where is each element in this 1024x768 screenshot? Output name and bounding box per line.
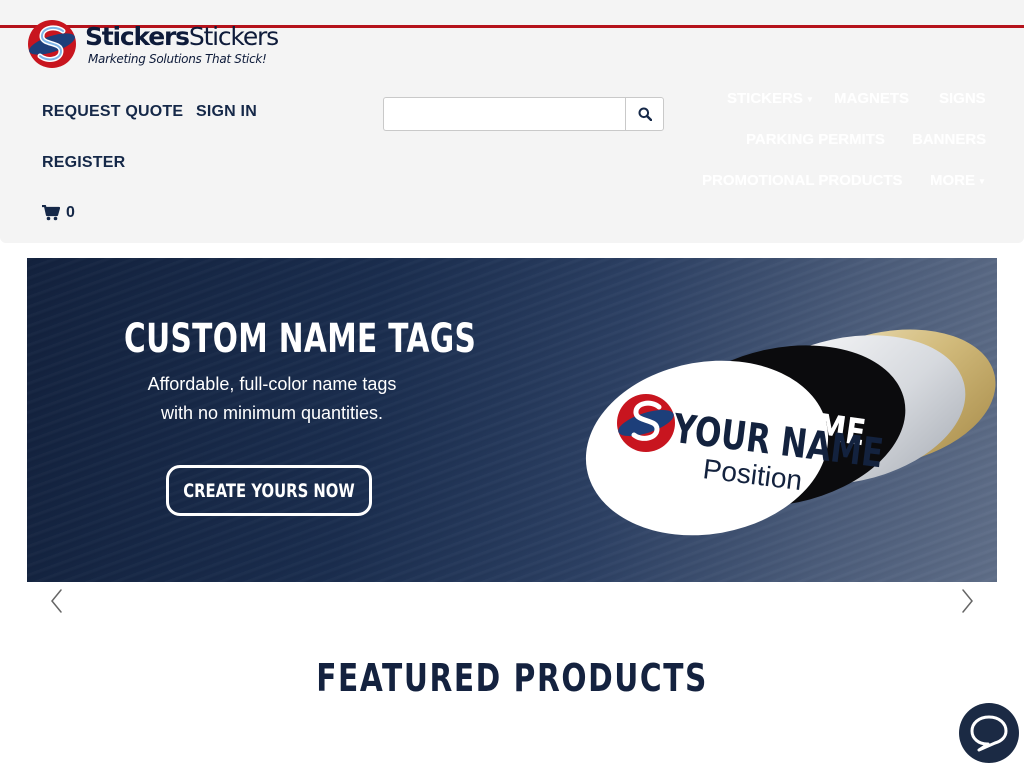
hero-subtitle-line: Affordable, full-color name tags xyxy=(147,374,397,394)
register-link[interactable]: REGISTER xyxy=(42,154,125,172)
create-yours-now-button[interactable]: CREATE YOURS NOW xyxy=(166,465,372,516)
nav-more[interactable]: MORE ▼ xyxy=(930,172,986,189)
search-icon xyxy=(638,107,652,121)
hero-title: CUSTOM NAME TAGS xyxy=(124,316,477,362)
site-logo[interactable]: StickersStickers Marketing Solutions Tha… xyxy=(27,19,287,71)
nav-stickers[interactable]: STICKERS ▼ xyxy=(727,90,814,107)
search-bar xyxy=(383,97,664,131)
site-header: StickersStickers Marketing Solutions Tha… xyxy=(0,0,1024,243)
shopping-cart-icon xyxy=(42,205,60,221)
nav-banners[interactable]: BANNERS xyxy=(912,131,986,148)
logo-mark-icon xyxy=(28,20,76,68)
nav-stickers-label: STICKERS xyxy=(727,90,803,107)
chat-bubble-icon xyxy=(970,715,1008,752)
nav-parking-permits[interactable]: PARKING PERMITS xyxy=(746,131,885,148)
chat-button[interactable] xyxy=(959,703,1019,763)
hero-banner[interactable]: CUSTOM NAME TAGS Affordable, full-color … xyxy=(27,258,997,582)
name-tags-illustration: ME ME YOUR NAME Position xyxy=(585,329,996,536)
cart-button[interactable]: 0 xyxy=(42,204,75,222)
hero-subtitle: Affordable, full-color name tags with no… xyxy=(102,370,442,428)
nav-signs[interactable]: SIGNS xyxy=(939,90,986,107)
search-button[interactable] xyxy=(625,97,664,131)
chevron-right-icon[interactable] xyxy=(955,586,979,616)
sign-in-link[interactable]: SIGN IN xyxy=(196,103,257,121)
nav-more-label: MORE xyxy=(930,172,975,189)
logo-name-second: Stickers xyxy=(188,22,279,51)
chevron-left-icon[interactable] xyxy=(45,586,69,616)
request-quote-link[interactable]: REQUEST QUOTE xyxy=(42,103,183,121)
logo-tagline: Marketing Solutions That Stick! xyxy=(88,52,267,66)
caret-down-icon: ▼ xyxy=(978,176,986,186)
logo-name-first: Stickers xyxy=(85,22,190,51)
featured-products-heading: FEATURED PRODUCTS xyxy=(0,656,1024,700)
hero-subtitle-line: with no minimum quantities. xyxy=(160,403,384,423)
nav-magnets[interactable]: MAGNETS xyxy=(834,90,909,107)
logo-wordmark: StickersStickers xyxy=(85,22,279,51)
nav-promotional-products[interactable]: PROMOTIONAL PRODUCTS xyxy=(702,172,903,189)
featured-products-title: FEATURED PRODUCTS xyxy=(316,656,708,700)
caret-down-icon: ▼ xyxy=(805,94,814,104)
cart-count: 0 xyxy=(66,204,75,221)
cta-label: CREATE YOURS NOW xyxy=(183,479,355,502)
search-input[interactable] xyxy=(383,97,625,131)
